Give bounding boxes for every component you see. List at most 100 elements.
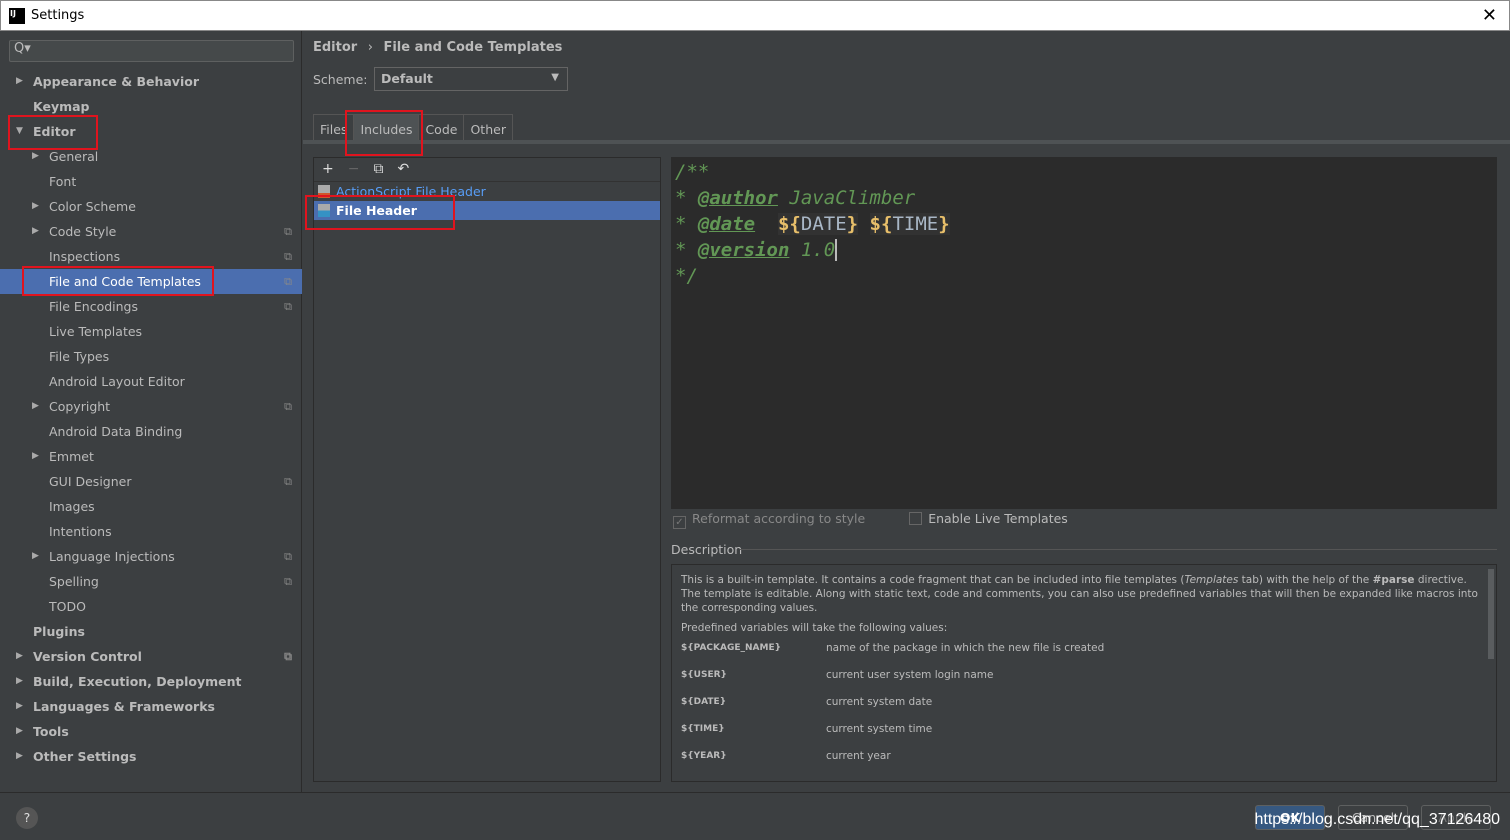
template-editor[interactable]: /** * @author JavaClimber * @date ${DATE… (671, 157, 1497, 509)
breadcrumb: Editor › File and Code Templates (313, 40, 562, 55)
sidebar-item-label: Emmet (49, 449, 94, 464)
sidebar-item[interactable]: TODO (0, 594, 302, 619)
template-options: ✓ Reformat according to style Enable Live… (673, 511, 1068, 529)
sidebar-item[interactable]: ▶ Other Settings (0, 744, 302, 769)
sidebar-item[interactable]: Android Layout Editor (0, 369, 302, 394)
tab-other[interactable]: Other (463, 114, 513, 141)
sidebar-item-label: TODO (49, 599, 86, 614)
sidebar-item[interactable]: File Encodings ⧉ (0, 294, 302, 319)
remove-icon[interactable]: − (348, 161, 360, 178)
variable-row: ${PACKAGE_NAME} name of the package in wh… (681, 641, 1487, 668)
variable-row: ${USER} current user system login name (681, 668, 1487, 695)
template-variable: ${TIME} (869, 213, 950, 235)
template-variable: ${DATE} (777, 213, 859, 235)
sidebar-item[interactable]: GUI Designer ⧉ (0, 469, 302, 494)
sidebar-item[interactable]: ▶ Code Style ⧉ (0, 219, 302, 244)
list-toolbar: + − ⧉ ↶ (314, 158, 660, 182)
variable-description: name of the package in which the new fil… (826, 642, 1105, 654)
sidebar-item-label: Tools (33, 724, 69, 739)
sidebar-item[interactable]: ▶ Version Control ⧉ (0, 644, 302, 669)
live-templates-checkbox[interactable]: Enable Live Templates (909, 511, 1068, 529)
sidebar-item[interactable]: File Types (0, 344, 302, 369)
project-scope-icon: ⧉ (284, 275, 292, 288)
watermark: https://blog.csdn.net/qq_37126480 (1254, 811, 1500, 828)
chevron-right-icon[interactable]: ▶ (32, 194, 39, 219)
scheme-label: Scheme: (313, 72, 368, 87)
sidebar-item[interactable]: ▶ Appearance & Behavior (0, 69, 302, 94)
code-line: * @author JavaClimber (675, 187, 916, 209)
javadoc-tag: @version (697, 239, 790, 261)
description-label: Description (671, 542, 743, 557)
reformat-checkbox[interactable]: ✓ Reformat according to style (673, 511, 865, 529)
sidebar-item[interactable]: ▶ Emmet (0, 444, 302, 469)
variable-row: ${TIME} current system time (681, 722, 1487, 749)
main-panel: Editor › File and Code Templates Scheme:… (303, 31, 1510, 792)
chevron-right-icon[interactable]: ▶ (16, 719, 23, 744)
sidebar-item[interactable]: Font (0, 169, 302, 194)
sidebar-item-label: Version Control (33, 649, 142, 664)
description-paragraph: This is a built-in template. It contains… (681, 574, 1478, 614)
sidebar-item[interactable]: Spelling ⧉ (0, 569, 302, 594)
help-button[interactable]: ? (16, 807, 38, 829)
chevron-right-icon[interactable]: ▶ (32, 394, 39, 419)
chevron-right-icon[interactable]: ▶ (16, 744, 23, 769)
sidebar-item[interactable]: ▶ Tools (0, 719, 302, 744)
project-scope-icon: ⧉ (284, 550, 292, 563)
close-icon[interactable]: ✕ (1482, 5, 1497, 26)
scheme-value: Default (381, 71, 433, 86)
chevron-right-icon[interactable]: ▶ (16, 669, 23, 694)
chevron-right-icon[interactable]: ▶ (16, 644, 23, 669)
sidebar-item[interactable]: Live Templates (0, 319, 302, 344)
javadoc-tag: @date (697, 213, 756, 235)
sidebar-item-label: Language Injections (49, 549, 175, 564)
code-line: */ (675, 265, 698, 287)
sidebar-item-label: Build, Execution, Deployment (33, 674, 242, 689)
project-scope-icon: ⧉ (284, 650, 292, 663)
code-line: /** (675, 161, 710, 183)
sidebar-item-label: Code Style (49, 224, 117, 239)
sidebar-item[interactable]: Intentions (0, 519, 302, 544)
sidebar-item-label: GUI Designer (49, 474, 132, 489)
chevron-right-icon[interactable]: ▶ (32, 444, 39, 469)
annotation-box (22, 266, 214, 296)
breadcrumb-parent[interactable]: Editor (313, 40, 357, 55)
annotation-box (305, 195, 455, 230)
sidebar-item[interactable]: ▶ Languages & Frameworks (0, 694, 302, 719)
search-input[interactable]: Q▾ (9, 40, 294, 62)
annotation-box (345, 110, 423, 156)
scrollbar[interactable] (1488, 569, 1494, 659)
template-list: + − ⧉ ↶ ActionScript File Header File He… (313, 157, 661, 782)
add-icon[interactable]: + (322, 161, 334, 178)
variable-name: ${YEAR} (681, 751, 727, 761)
sidebar-item[interactable]: ▶ Language Injections ⧉ (0, 544, 302, 569)
chevron-right-icon[interactable]: ▶ (16, 69, 23, 94)
sidebar-item-label: Appearance & Behavior (33, 74, 199, 89)
sidebar-item[interactable]: Images (0, 494, 302, 519)
sidebar-item-label: Font (49, 174, 77, 189)
text-cursor: 1.0 (789, 239, 838, 261)
chevron-right-icon[interactable]: ▶ (32, 219, 39, 244)
checkbox-icon (909, 512, 923, 525)
sidebar-item[interactable]: Plugins (0, 619, 302, 644)
dialog-footer: ? OK Cancel Apply https://blog.csdn.net/… (0, 792, 1510, 840)
sidebar-item[interactable]: Android Data Binding (0, 419, 302, 444)
scheme-dropdown[interactable]: Default ▼ (374, 67, 568, 91)
chevron-right-icon[interactable]: ▶ (16, 694, 23, 719)
sidebar-item-label: Languages & Frameworks (33, 699, 215, 714)
divider (740, 549, 1497, 550)
chevron-right-icon[interactable]: ▶ (32, 544, 39, 569)
sidebar-item-label: Spelling (49, 574, 99, 589)
sidebar-item-label: Color Scheme (49, 199, 136, 214)
sidebar-item[interactable]: ▶ Copyright ⧉ (0, 394, 302, 419)
sidebar-item[interactable]: ▶ Build, Execution, Deployment (0, 669, 302, 694)
variable-description: current system date (826, 696, 933, 708)
sidebar-item-label: Other Settings (33, 749, 137, 764)
window-title: Settings (31, 8, 85, 23)
sidebar-item[interactable]: ▶ Color Scheme (0, 194, 302, 219)
project-scope-icon: ⧉ (284, 575, 292, 588)
reset-icon[interactable]: ↶ (397, 161, 409, 178)
copy-icon[interactable]: ⧉ (373, 161, 383, 178)
tab-code[interactable]: Code (418, 114, 465, 141)
sidebar-item-label: Copyright (49, 399, 111, 414)
chevron-down-icon: ▼ (551, 72, 559, 83)
